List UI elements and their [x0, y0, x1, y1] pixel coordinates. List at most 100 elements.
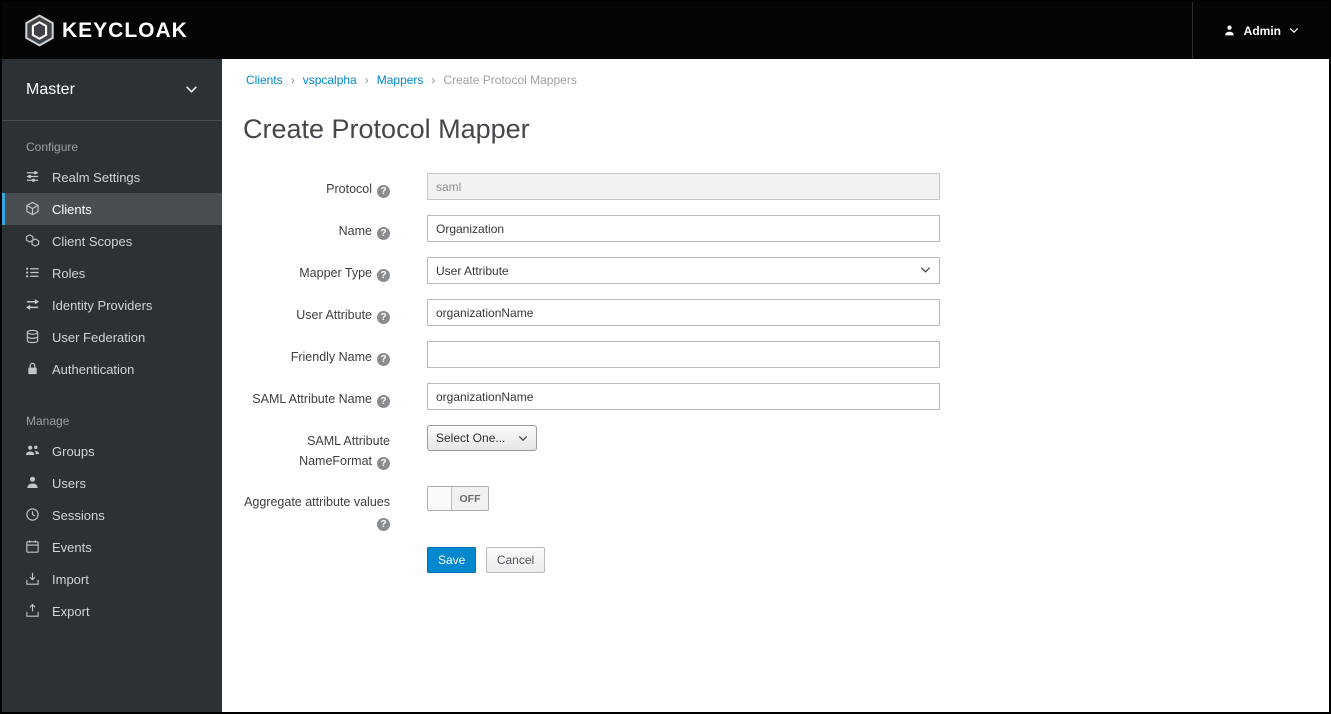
sidebar-item-groups[interactable]: Groups: [2, 435, 222, 467]
sidebar-item-label: Export: [52, 603, 90, 619]
groups-icon: [25, 443, 41, 459]
chevron-down-icon: [1289, 27, 1299, 34]
toggle-state-label: OFF: [452, 487, 488, 510]
aggregate-attribute-values-label: Aggregate attribute values?: [244, 495, 390, 531]
nav-section-manage: Manage Groups Users Sessions Events Impo…: [2, 395, 222, 627]
sidebar-item-events[interactable]: Events: [2, 531, 222, 563]
sidebar-item-realm-settings[interactable]: Realm Settings: [2, 161, 222, 193]
brand-text: KEYCLOAK: [62, 18, 188, 42]
nav-heading-configure: Configure: [26, 140, 79, 154]
sidebar-item-clients[interactable]: Clients: [2, 193, 222, 225]
realm-selector[interactable]: Master: [2, 59, 222, 121]
form-row-buttons: Save Cancel: [222, 547, 1329, 573]
friendly-name-label: Friendly Name?: [241, 341, 390, 368]
breadcrumb: Clients vspcalpha Mappers Create Protoco…: [222, 59, 1329, 87]
user-attribute-input[interactable]: [427, 299, 940, 326]
chevron-down-icon: [185, 85, 198, 94]
mapper-type-label: Mapper Type?: [241, 257, 390, 284]
sidebar-item-label: Events: [52, 539, 92, 555]
realm-name: Master: [26, 80, 75, 98]
sidebar-item-identity-providers[interactable]: Identity Providers: [2, 289, 222, 321]
nav-section-configure: Configure Realm Settings Clients Client …: [2, 121, 222, 385]
user-attribute-label: User Attribute?: [241, 299, 390, 326]
sidebar-item-label: Roles: [52, 265, 86, 281]
breadcrumb-current: Create Protocol Mappers: [423, 73, 576, 87]
keycloak-logo-icon: [23, 14, 56, 47]
help-icon[interactable]: ?: [377, 518, 390, 531]
protocol-label: Protocol?: [241, 173, 390, 200]
sidebar: Master Configure Realm Settings Clients …: [2, 59, 222, 712]
cube-icon: [25, 201, 41, 217]
main-content: Clients vspcalpha Mappers Create Protoco…: [222, 59, 1329, 712]
sliders-icon: [25, 169, 41, 185]
user-menu-label: Admin: [1243, 23, 1281, 38]
help-icon[interactable]: ?: [377, 353, 390, 366]
sidebar-item-sessions[interactable]: Sessions: [2, 499, 222, 531]
sidebar-item-label: Clients: [52, 201, 92, 217]
sidebar-item-export[interactable]: Export: [2, 595, 222, 627]
keycloak-admin-console: { "topbar": { "brand": "KEYCLOAK", "user…: [0, 0, 1331, 714]
calendar-icon: [25, 539, 41, 555]
sidebar-item-user-federation[interactable]: User Federation: [2, 321, 222, 353]
help-icon[interactable]: ?: [377, 457, 390, 470]
buttons-spacer: [241, 547, 390, 573]
sidebar-item-label: Client Scopes: [52, 233, 133, 249]
form-row-aggregate-attribute-values: Aggregate attribute values? OFF: [222, 486, 1329, 532]
topbar: KEYCLOAK Admin: [2, 2, 1329, 59]
exchange-icon: [25, 297, 41, 313]
sidebar-item-label: Identity Providers: [52, 297, 153, 313]
protocol-input: [427, 173, 940, 200]
save-button[interactable]: Save: [427, 547, 477, 573]
lock-icon: [25, 361, 41, 377]
sidebar-item-authentication[interactable]: Authentication: [2, 353, 222, 385]
help-icon[interactable]: ?: [377, 227, 390, 240]
cancel-button[interactable]: Cancel: [485, 547, 546, 573]
breadcrumb-clients[interactable]: Clients: [246, 73, 283, 87]
form-row-mapper-type: Mapper Type? User Attribute: [222, 257, 1329, 284]
page-title: Create Protocol Mapper: [243, 114, 530, 144]
sidebar-item-label: Realm Settings: [52, 169, 141, 185]
breadcrumb-mappers[interactable]: Mappers: [357, 73, 424, 87]
export-icon: [25, 603, 41, 619]
sidebar-item-label: Users: [52, 475, 86, 491]
list-icon: [25, 265, 41, 281]
form-row-saml-attribute-name: SAML Attribute Name?: [222, 383, 1329, 410]
help-icon[interactable]: ?: [377, 269, 390, 282]
name-input[interactable]: [427, 215, 940, 242]
saml-attribute-nameformat-select[interactable]: Select One...: [427, 425, 537, 451]
saml-attribute-name-label: SAML Attribute Name?: [241, 383, 390, 410]
sidebar-item-users[interactable]: Users: [2, 467, 222, 499]
user-icon: [1223, 24, 1236, 37]
sidebar-item-client-scopes[interactable]: Client Scopes: [2, 225, 222, 257]
form-row-saml-attribute-nameformat: SAML Attribute NameFormat? Select One...: [222, 425, 1329, 471]
sidebar-item-roles[interactable]: Roles: [2, 257, 222, 289]
form-row-user-attribute: User Attribute?: [222, 299, 1329, 326]
aggregate-attribute-values-toggle[interactable]: OFF: [427, 486, 489, 511]
help-icon[interactable]: ?: [377, 395, 390, 408]
form-row-friendly-name: Friendly Name?: [222, 341, 1329, 368]
clock-icon: [25, 507, 41, 523]
help-icon[interactable]: ?: [377, 311, 390, 324]
import-icon: [25, 571, 41, 587]
create-mapper-form: Protocol? Name? Mapper Type? User Attrib…: [222, 173, 1329, 573]
keycloak-logo[interactable]: KEYCLOAK: [2, 14, 188, 47]
name-label: Name?: [241, 215, 390, 242]
sidebar-item-label: User Federation: [52, 329, 146, 345]
sidebar-item-label: Groups: [52, 443, 95, 459]
saml-attribute-nameformat-label: SAML Attribute NameFormat?: [299, 434, 390, 470]
nav-heading-manage: Manage: [26, 414, 70, 428]
user-menu[interactable]: Admin: [1191, 2, 1329, 59]
breadcrumb-client-name[interactable]: vspcalpha: [283, 73, 357, 87]
sidebar-item-label: Authentication: [52, 361, 135, 377]
friendly-name-input[interactable]: [427, 341, 940, 368]
user-icon: [25, 475, 41, 491]
form-row-protocol: Protocol?: [222, 173, 1329, 200]
sidebar-item-label: Sessions: [52, 507, 105, 523]
mapper-type-select[interactable]: User Attribute: [427, 257, 940, 284]
sidebar-item-label: Import: [52, 571, 89, 587]
saml-attribute-name-input[interactable]: [427, 383, 940, 410]
sidebar-item-import[interactable]: Import: [2, 563, 222, 595]
help-icon[interactable]: ?: [377, 185, 390, 198]
form-row-name: Name?: [222, 215, 1329, 242]
database-icon: [25, 329, 41, 345]
